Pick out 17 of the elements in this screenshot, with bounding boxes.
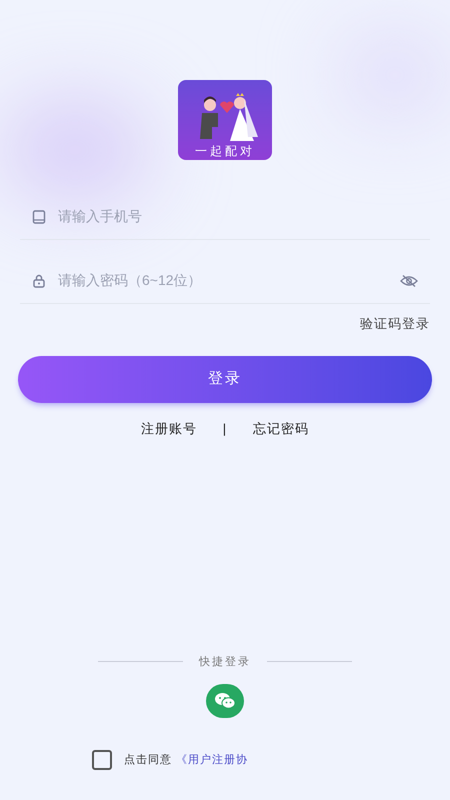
agreement-link[interactable]: 《用户注册协 [176, 752, 248, 768]
register-link[interactable]: 注册账号 [140, 418, 197, 438]
password-input[interactable]: 请输入密码（6~12位） [58, 270, 388, 291]
eye-hidden-icon[interactable] [400, 274, 418, 288]
lock-icon [32, 274, 46, 288]
chat-bubbles-icon [214, 692, 236, 710]
phone-input[interactable]: 请输入手机号 [58, 206, 418, 227]
agreement-checkbox[interactable] [92, 750, 112, 770]
quick-login-label: 快捷登录 [199, 654, 251, 670]
phone-icon [32, 210, 46, 224]
wechat-login-button[interactable] [206, 684, 244, 718]
logo-caption: 一起配对 [195, 145, 255, 160]
separator: | [222, 420, 228, 438]
agreement-text: 点击同意 [124, 752, 172, 768]
forgot-password-link[interactable]: 忘记密码 [253, 418, 310, 438]
code-login-link[interactable]: 验证码登录 [360, 314, 430, 334]
login-button[interactable]: 登录 [18, 356, 432, 402]
